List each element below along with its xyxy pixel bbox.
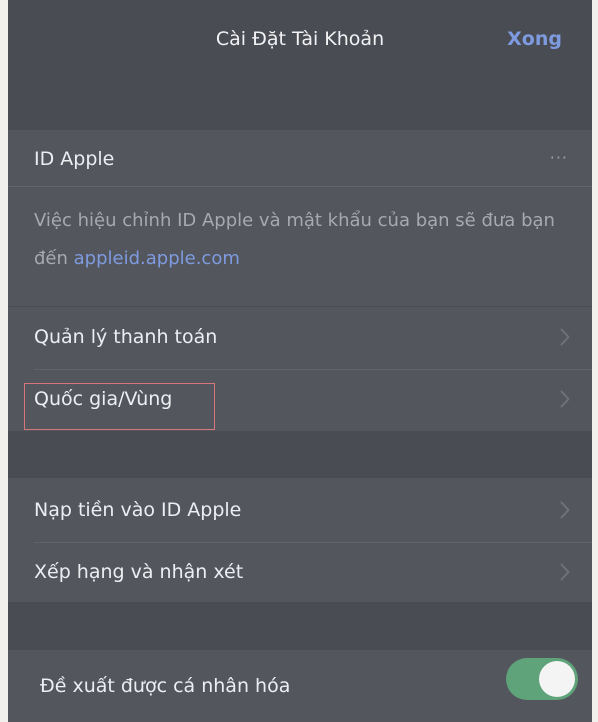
personalized-group: Đề xuất được cá nhân hóa bbox=[8, 650, 592, 722]
add-funds-row[interactable]: Nạp tiền vào ID Apple bbox=[8, 480, 592, 542]
chevron-right-icon bbox=[560, 563, 570, 581]
nav-bar: Cài Đặt Tài Khoản Xong bbox=[8, 0, 592, 84]
more-icon: ··· bbox=[549, 148, 568, 167]
highlight-annotation bbox=[24, 383, 215, 430]
chevron-right-icon bbox=[560, 390, 570, 408]
apple-id-label: ID Apple bbox=[34, 148, 115, 170]
personalized-row: Đề xuất được cá nhân hóa bbox=[8, 656, 592, 718]
account-settings-screen: Cài Đặt Tài Khoản Xong ID Apple ··· Việc… bbox=[8, 0, 592, 722]
personalized-label: Đề xuất được cá nhân hóa bbox=[40, 675, 291, 697]
ratings-reviews-label: Xếp hạng và nhận xét bbox=[34, 561, 244, 583]
done-button[interactable]: Xong bbox=[507, 28, 562, 50]
page-title: Cài Đặt Tài Khoản bbox=[215, 28, 385, 50]
ratings-reviews-row[interactable]: Xếp hạng và nhận xét bbox=[8, 542, 592, 604]
apple-id-row[interactable]: ID Apple ··· bbox=[8, 130, 592, 192]
separator bbox=[8, 186, 592, 187]
manage-payments-row[interactable]: Quản lý thanh toán bbox=[8, 307, 592, 369]
personalized-toggle[interactable] bbox=[506, 658, 578, 700]
appleid-link[interactable]: appleid.apple.com bbox=[74, 248, 240, 269]
add-funds-label: Nạp tiền vào ID Apple bbox=[34, 499, 242, 521]
apple-id-description: Việc hiệu chỉnh ID Apple và mật khẩu của… bbox=[34, 202, 566, 278]
funds-group: Nạp tiền vào ID Apple Xếp hạng và nhận x… bbox=[8, 478, 592, 602]
chevron-right-icon bbox=[560, 328, 570, 346]
toggle-knob bbox=[539, 661, 575, 697]
manage-payments-label: Quản lý thanh toán bbox=[34, 326, 218, 348]
chevron-right-icon bbox=[560, 501, 570, 519]
